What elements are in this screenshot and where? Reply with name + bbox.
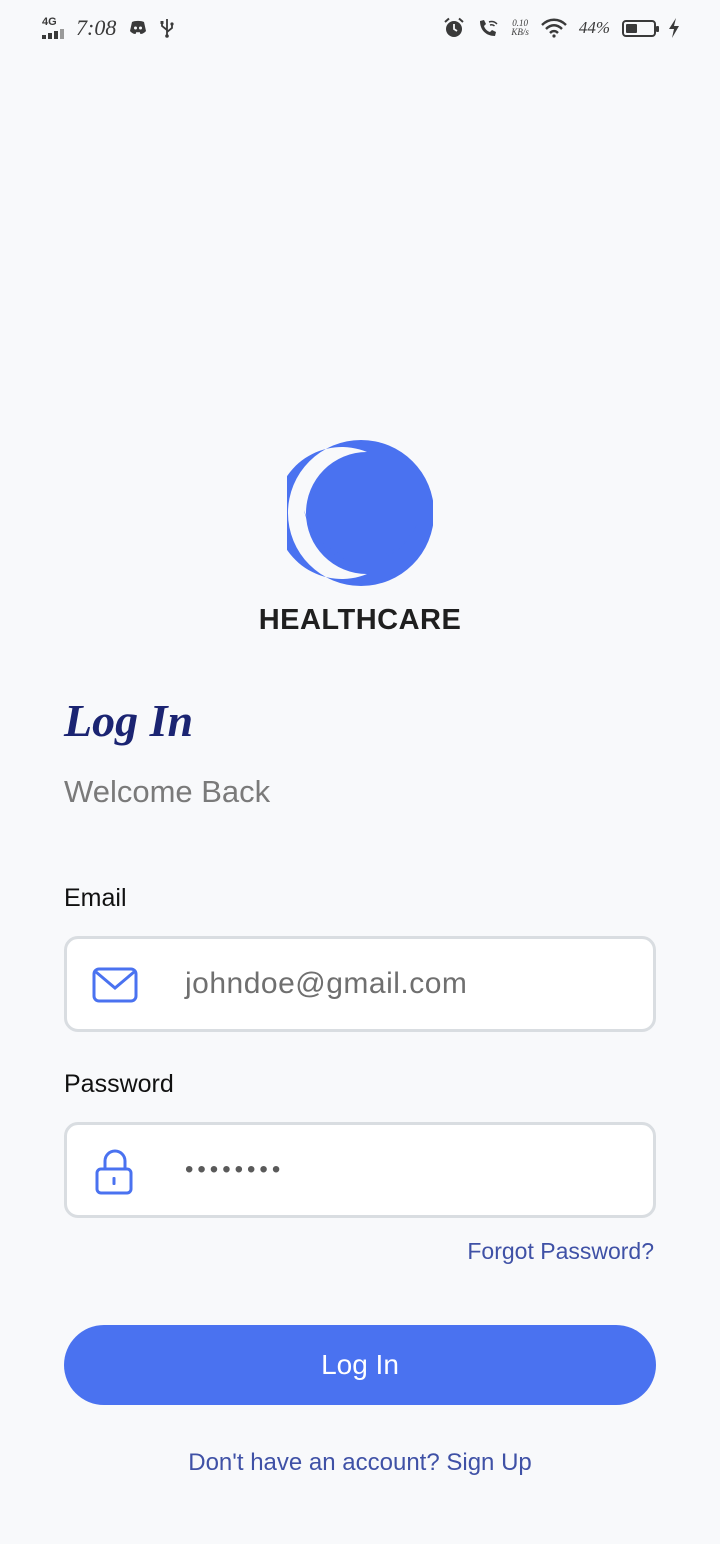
battery-icon	[622, 19, 659, 37]
login-screen: 4G 7:08 0.10 KB/s 44% HEALTHCARE Log In …	[0, 0, 720, 1544]
status-bar-right: 0.10 KB/s 44%	[443, 17, 680, 39]
brand-name: HEALTHCARE	[258, 604, 462, 636]
alarm-icon	[444, 17, 464, 37]
password-label: Password	[64, 1070, 174, 1098]
battery-level	[626, 23, 638, 33]
discord-icon	[130, 20, 147, 34]
email-label: Email	[64, 884, 127, 912]
page-title: Log In	[64, 695, 194, 746]
password-field[interactable]: ••••••••	[64, 1122, 656, 1218]
password-value[interactable]: ••••••••	[185, 1125, 284, 1215]
wifi-call-icon	[480, 20, 498, 36]
status-bar: 4G 7:08 0.10 KB/s 44%	[0, 0, 720, 56]
battery-percentage: 44%	[578, 18, 610, 37]
network-speed: 0.10 KB/s	[511, 19, 529, 37]
network-speed-unit: KB/s	[511, 27, 529, 37]
email-field[interactable]: johndoe@gmail.com	[64, 936, 656, 1032]
cellular-signal-icon: 4G	[42, 17, 64, 39]
usb-icon	[160, 19, 174, 38]
network-type: 4G	[42, 16, 57, 28]
page-subtitle: Welcome Back	[64, 774, 271, 809]
healthcare-logo	[287, 440, 433, 586]
forgot-password-link[interactable]: Forgot Password?	[467, 1238, 654, 1265]
signup-prompt-text: Don't have an account?	[188, 1449, 440, 1476]
status-bar-left: 4G 7:08	[42, 15, 174, 41]
charging-icon	[669, 18, 679, 38]
login-button[interactable]: Log In	[64, 1325, 656, 1405]
signup-link[interactable]: Sign Up	[446, 1449, 531, 1476]
email-value[interactable]: johndoe@gmail.com	[185, 939, 467, 1029]
lock-icon	[95, 1149, 133, 1195]
clock: 7:08	[76, 15, 117, 40]
signup-prompt: Don't have an account? Sign Up	[0, 1449, 720, 1477]
wifi-icon	[540, 18, 567, 38]
mail-icon	[92, 967, 138, 1003]
